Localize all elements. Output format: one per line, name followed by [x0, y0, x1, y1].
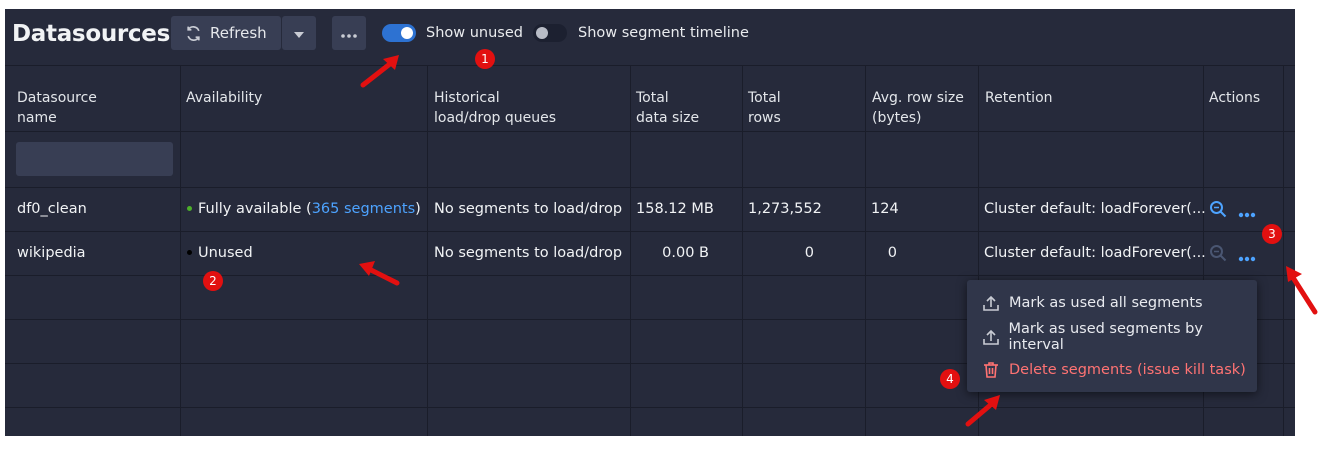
row-actions-menu: Mark as used all segments Mark as used s… — [967, 280, 1257, 392]
column-header-availability[interactable]: Availability — [174, 74, 262, 140]
segments-link[interactable]: 365 segments — [312, 201, 415, 217]
row-1-availability: Fully available (365 segments) — [187, 201, 421, 217]
annotation-badge-4: 4 — [940, 369, 960, 389]
available-status-dot — [187, 205, 192, 211]
annotation-arrow-4 — [965, 395, 1000, 427]
show-unused-toggle[interactable] — [382, 24, 416, 42]
column-header-total-data-size[interactable]: Total data size — [624, 74, 699, 140]
row-1-rows: 1,273,552 — [748, 201, 822, 217]
annotation-badge-3: 3 — [1262, 224, 1282, 244]
refresh-icon — [185, 25, 202, 42]
trash-icon — [981, 360, 1001, 380]
row-2-availability: Unused — [187, 245, 253, 261]
datasource-name-filter-input[interactable] — [16, 142, 173, 176]
more-icon — [341, 24, 357, 42]
show-segment-timeline-toggle[interactable] — [533, 24, 567, 42]
show-unused-label: Show unused — [426, 25, 523, 41]
refresh-button[interactable]: Refresh — [171, 16, 281, 50]
annotation-arrow-1 — [360, 55, 399, 88]
inspect-icon[interactable] — [1209, 200, 1227, 222]
annotation-badge-2: 2 — [203, 271, 223, 291]
column-header-actions: Actions — [1209, 90, 1261, 106]
row-2-name: wikipedia — [17, 245, 86, 261]
column-header-avg-row-size[interactable]: Avg. row size (bytes) — [860, 74, 964, 140]
column-header-datasource-name[interactable]: Datasource name — [5, 74, 97, 140]
refresh-options-button[interactable] — [282, 16, 316, 50]
row-2-queues: No segments to load/drop — [434, 245, 623, 261]
row-actions-more-icon[interactable] — [1238, 206, 1256, 222]
menu-item-mark-used-all[interactable]: Mark as used all segments — [981, 291, 1203, 315]
unused-status-dot — [187, 249, 192, 255]
inspect-icon-disabled — [1209, 244, 1227, 266]
menu-item-delete-segments[interactable]: Delete segments (issue kill task) — [981, 358, 1246, 382]
row-1-size: 158.12 MB — [636, 201, 714, 217]
row-1-name: df0_clean — [17, 201, 87, 217]
upload-icon — [981, 293, 1001, 313]
annotation-arrow-3 — [1286, 266, 1318, 315]
menu-item-mark-used-interval[interactable]: Mark as used segments by interval — [981, 321, 1257, 353]
caret-down-icon — [294, 24, 304, 42]
row-1-avg-row-size: 124 — [871, 201, 899, 217]
row-2-rows: 0 — [804, 245, 814, 261]
row-2-avg-row-size: 0 — [887, 245, 897, 261]
row-actions-more-icon[interactable] — [1238, 250, 1256, 266]
page-title: Datasources — [12, 21, 170, 47]
datasources-view: Datasources Refresh Show unused Show seg… — [5, 9, 1295, 436]
annotation-arrow-2 — [359, 261, 400, 286]
annotation-badge-1: 1 — [475, 49, 495, 69]
column-header-total-rows[interactable]: Total rows — [736, 74, 781, 140]
upload-icon — [981, 327, 1001, 347]
refresh-label: Refresh — [210, 24, 267, 42]
row-2-retention[interactable]: Cluster default: loadForever(... — [984, 245, 1206, 261]
row-1-retention[interactable]: Cluster default: loadForever(... — [984, 201, 1206, 217]
show-segment-timeline-label: Show segment timeline — [578, 25, 749, 41]
column-header-retention[interactable]: Retention — [973, 74, 1053, 140]
row-2-size: 0.00 B — [662, 245, 709, 261]
row-1-queues: No segments to load/drop — [434, 201, 623, 217]
column-header-queues[interactable]: Historical load/drop queues — [422, 74, 556, 140]
more-options-button[interactable] — [332, 16, 366, 50]
